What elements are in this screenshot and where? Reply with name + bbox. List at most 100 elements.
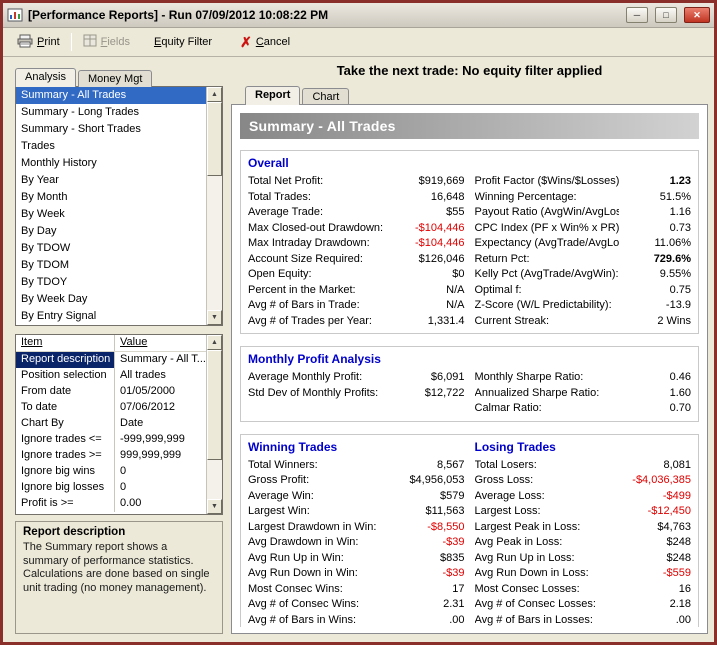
property-row[interactable]: Report descriptionSummary - All T... bbox=[16, 352, 206, 368]
stat-value: N/A bbox=[393, 283, 465, 299]
section-heading bbox=[475, 350, 692, 370]
stat-value: $6,091 bbox=[393, 370, 465, 386]
stat-label: Calmar Ratio: bbox=[475, 401, 620, 417]
stat-value: -$39 bbox=[393, 566, 465, 582]
report-column: Profit Factor ($Wins/$Losses):1.23Winnin… bbox=[475, 154, 692, 329]
property-row[interactable]: Chart ByDate bbox=[16, 416, 206, 432]
list-item[interactable]: Summary - All Trades bbox=[16, 87, 206, 104]
print-label: Print bbox=[37, 36, 60, 48]
list-item[interactable]: Summary - Short Trades bbox=[16, 121, 206, 138]
minimize-button[interactable]: ─ bbox=[626, 7, 648, 23]
stat-label: Open Equity: bbox=[248, 267, 393, 283]
grid-scrollbar[interactable]: ▲ ▼ bbox=[206, 335, 222, 514]
stat-row: Avg # of Bars in Losses:.00 bbox=[475, 613, 692, 628]
property-row[interactable]: To date07/06/2012 bbox=[16, 400, 206, 416]
stat-value: 0.46 bbox=[619, 370, 691, 386]
close-button[interactable]: ✕ bbox=[684, 7, 710, 23]
scroll-up-icon[interactable]: ▲ bbox=[207, 87, 222, 102]
tab-report[interactable]: Report bbox=[245, 86, 300, 105]
scroll-down-icon[interactable]: ▼ bbox=[207, 310, 222, 325]
stat-value: -$559 bbox=[619, 566, 691, 582]
property-row[interactable]: Ignore trades >=999,999,999 bbox=[16, 448, 206, 464]
stat-row: Avg Peak in Loss:$248 bbox=[475, 535, 692, 551]
property-row[interactable]: Ignore trades <=-999,999,999 bbox=[16, 432, 206, 448]
stat-value: -$8,550 bbox=[393, 520, 465, 536]
toolbar: Print Fields Equity Filter ✗ Cancel bbox=[3, 28, 714, 57]
main-area: Analysis Money Mgt Summary - All TradesS… bbox=[3, 57, 714, 642]
stat-value: -$4,036,385 bbox=[619, 473, 691, 489]
list-item[interactable]: Summary - Long Trades bbox=[16, 104, 206, 121]
section-heading: Overall bbox=[248, 154, 465, 174]
tab-chart[interactable]: Chart bbox=[302, 88, 349, 105]
stat-row: Total Net Profit:$919,669 bbox=[248, 174, 465, 190]
equity-filter-label: Equity Filter bbox=[154, 36, 212, 48]
property-item-cell: From date bbox=[16, 384, 115, 400]
list-item[interactable]: By Day bbox=[16, 223, 206, 240]
stat-value: 0.75 bbox=[619, 283, 691, 299]
fields-icon bbox=[83, 34, 97, 50]
property-row[interactable]: Position selectionAll trades bbox=[16, 368, 206, 384]
list-item[interactable]: By TDOY bbox=[16, 274, 206, 291]
list-scrollbar-thumb[interactable] bbox=[207, 102, 222, 176]
stat-label: Largest Peak in Loss: bbox=[475, 520, 620, 536]
stat-label: Winning Percentage: bbox=[475, 190, 620, 206]
list-item[interactable]: By Year bbox=[16, 172, 206, 189]
list-item[interactable]: By Week Day bbox=[16, 291, 206, 308]
list-scrollbar[interactable]: ▲ ▼ bbox=[206, 87, 222, 325]
stat-label: Max Closed-out Drawdown: bbox=[248, 221, 393, 237]
column-header-value[interactable]: Value bbox=[115, 335, 152, 351]
tab-money-mgt[interactable]: Money Mgt bbox=[78, 70, 152, 87]
stat-value: 11.06% bbox=[619, 236, 691, 252]
stat-row: Avg Run Down in Loss:-$559 bbox=[475, 566, 692, 582]
left-panel: Analysis Money Mgt Summary - All TradesS… bbox=[15, 61, 223, 634]
fields-button[interactable]: Fields bbox=[77, 31, 136, 53]
column-header-item[interactable]: Item bbox=[16, 335, 115, 351]
stat-value: $835 bbox=[393, 551, 465, 567]
stat-value: 1.23 bbox=[619, 174, 691, 190]
tab-analysis[interactable]: Analysis bbox=[15, 68, 76, 87]
list-item[interactable]: Trades bbox=[16, 138, 206, 155]
property-item-cell: Ignore trades >= bbox=[16, 448, 115, 464]
section-heading: Monthly Profit Analysis bbox=[248, 350, 465, 370]
cancel-button[interactable]: ✗ Cancel bbox=[234, 32, 296, 52]
list-item[interactable]: By Month bbox=[16, 189, 206, 206]
stat-row: Largest Drawdown in Win:-$8,550 bbox=[248, 520, 465, 536]
stat-row: Avg Run Down in Win:-$39 bbox=[248, 566, 465, 582]
stat-row: Percent in the Market:N/A bbox=[248, 283, 465, 299]
stat-label: Avg Run Up in Loss: bbox=[475, 551, 620, 567]
window-title: [Performance Reports] - Run 07/09/2012 1… bbox=[28, 8, 619, 22]
property-row[interactable]: Ignore big wins0 bbox=[16, 464, 206, 480]
scroll-down-icon[interactable]: ▼ bbox=[207, 499, 222, 514]
title-bar[interactable]: [Performance Reports] - Run 07/09/2012 1… bbox=[3, 3, 714, 28]
list-scrollbar-track[interactable] bbox=[207, 102, 222, 310]
stat-label: Largest Win: bbox=[248, 504, 393, 520]
list-item[interactable]: Monthly History bbox=[16, 155, 206, 172]
stat-value: 1.16 bbox=[619, 205, 691, 221]
stat-row: Avg Drawdown in Win:-$39 bbox=[248, 535, 465, 551]
equity-filter-button[interactable]: Equity Filter bbox=[148, 33, 218, 51]
stat-label: Most Consec Losses: bbox=[475, 582, 620, 598]
stat-row: Monthly Sharpe Ratio:0.46 bbox=[475, 370, 692, 386]
scroll-up-icon[interactable]: ▲ bbox=[207, 335, 222, 350]
property-row[interactable]: From date01/05/2000 bbox=[16, 384, 206, 400]
list-item[interactable]: By TDOM bbox=[16, 257, 206, 274]
stat-row: Max Closed-out Drawdown:-$104,446 bbox=[248, 221, 465, 237]
grid-scrollbar-thumb[interactable] bbox=[207, 350, 222, 460]
maximize-button[interactable]: □ bbox=[655, 7, 677, 23]
stat-row: Std Dev of Monthly Profits:$12,722 bbox=[248, 386, 465, 402]
stat-value: $4,956,053 bbox=[393, 473, 465, 489]
property-item-cell: Profit is >= bbox=[16, 496, 115, 512]
list-item[interactable]: By TDOW bbox=[16, 240, 206, 257]
list-item[interactable]: By Week bbox=[16, 206, 206, 223]
list-item[interactable]: By Entry Signal bbox=[16, 308, 206, 325]
print-button[interactable]: Print bbox=[11, 31, 66, 54]
stat-row: Optimal f:0.75 bbox=[475, 283, 692, 299]
stat-label: Avg # of Bars in Trade: bbox=[248, 298, 393, 314]
description-title: Report description bbox=[23, 526, 215, 538]
property-row[interactable]: Ignore big losses0 bbox=[16, 480, 206, 496]
stat-value: $0 bbox=[393, 267, 465, 283]
left-tab-strip: Analysis Money Mgt bbox=[15, 65, 223, 86]
property-row[interactable]: Profit is >=0.00 bbox=[16, 496, 206, 512]
stat-value: -$39 bbox=[393, 535, 465, 551]
grid-scrollbar-track[interactable] bbox=[207, 350, 222, 499]
